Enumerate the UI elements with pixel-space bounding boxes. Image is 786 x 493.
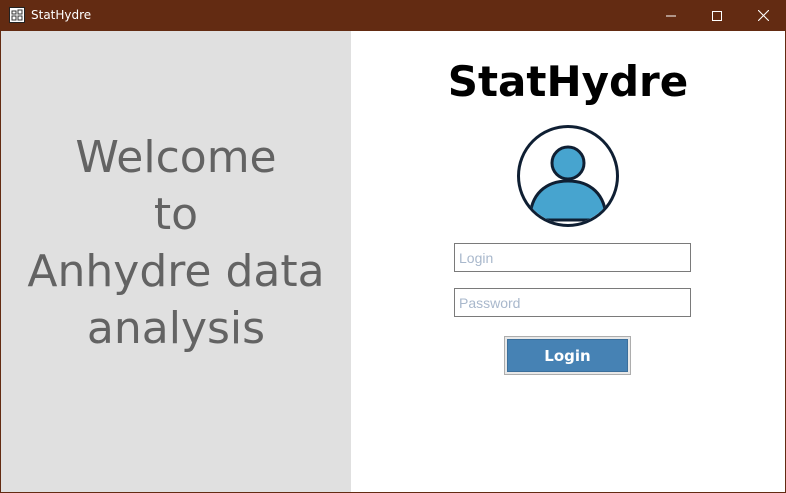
- app-window: StatHydre Welcome to Anhydre data analys: [0, 0, 786, 493]
- welcome-message: Welcome to Anhydre data analysis: [1, 129, 351, 357]
- password-input[interactable]: [454, 288, 691, 317]
- minimize-button[interactable]: [648, 0, 694, 31]
- user-avatar-icon: [517, 125, 619, 227]
- welcome-line: Welcome: [75, 132, 277, 183]
- login-button[interactable]: Login: [507, 339, 628, 372]
- close-icon: [757, 10, 769, 21]
- welcome-panel: Welcome to Anhydre data analysis: [1, 31, 351, 492]
- login-button-label: Login: [544, 346, 591, 365]
- login-panel: StatHydre Login: [351, 31, 785, 492]
- client-area: Welcome to Anhydre data analysis StatHyd…: [1, 31, 785, 492]
- welcome-line: analysis: [86, 303, 266, 354]
- maximize-button[interactable]: [694, 0, 740, 31]
- maximize-icon: [712, 10, 722, 21]
- title-bar[interactable]: StatHydre: [0, 0, 786, 31]
- welcome-line: to: [153, 189, 199, 240]
- close-button[interactable]: [740, 0, 786, 31]
- login-input[interactable]: [454, 243, 691, 272]
- app-icon: [9, 7, 25, 23]
- window-title: StatHydre: [31, 8, 92, 22]
- login-button-frame: Login: [504, 336, 631, 375]
- brand-title: StatHydre: [447, 57, 689, 106]
- minimize-icon: [666, 15, 676, 16]
- welcome-line: Anhydre data: [27, 246, 325, 297]
